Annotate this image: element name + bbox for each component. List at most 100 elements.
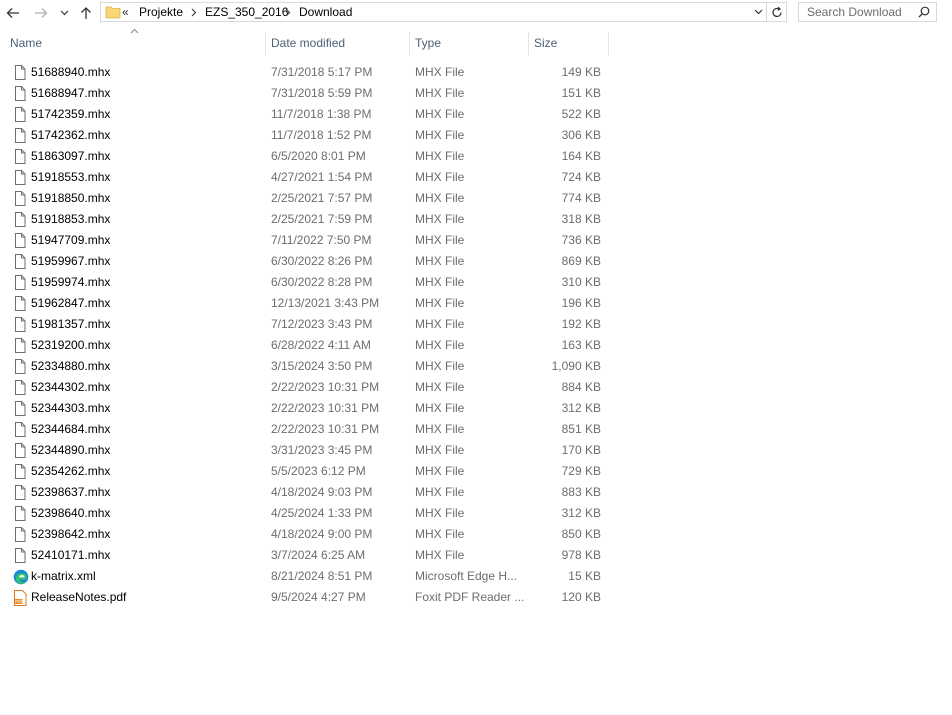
file-name[interactable]: 52344890.mhx (31, 440, 110, 461)
file-row[interactable]: 51742359.mhx 11/7/2018 1:38 PM MHX File 522… (0, 104, 610, 125)
file-row[interactable]: 51959967.mhx 6/30/2022 8:26 PM MHX File 869… (0, 251, 610, 272)
generic-file-icon (13, 233, 27, 248)
file-size: 883 KB (561, 485, 601, 499)
column-header-date-modified[interactable]: Date modified (265, 30, 409, 56)
file-date-modified: 3/15/2024 3:50 PM (271, 359, 373, 373)
file-row[interactable]: 52398640.mhx 4/25/2024 1:33 PM MHX File 312… (0, 503, 610, 524)
file-row[interactable]: 52344302.mhx 2/22/2023 10:31 PM MHX File 88… (0, 377, 610, 398)
file-name[interactable]: 51863097.mhx (31, 146, 110, 167)
navigation-bar: « Projekte EZS_350_2016 Download (0, 0, 952, 26)
column-header-type[interactable]: Type (409, 30, 528, 56)
file-name[interactable]: 52354262.mhx (31, 461, 110, 482)
file-name[interactable]: 52398637.mhx (31, 482, 110, 503)
file-name[interactable]: 52344303.mhx (31, 398, 110, 419)
column-header-name[interactable]: Name (4, 30, 265, 56)
file-row[interactable]: 51742362.mhx 11/7/2018 1:52 PM MHX File 306… (0, 125, 610, 146)
file-row[interactable]: 51962847.mhx 12/13/2021 3:43 PM MHX File 19… (0, 293, 610, 314)
file-name[interactable]: k-matrix.xml (31, 566, 96, 587)
file-name[interactable]: 51742359.mhx (31, 104, 110, 125)
file-name[interactable]: ReleaseNotes.pdf (31, 587, 126, 608)
file-type: MHX File (415, 401, 465, 415)
file-type: MHX File (415, 275, 465, 289)
column-divider[interactable] (608, 32, 609, 56)
file-row[interactable]: 51918853.mhx 2/25/2021 7:59 PM MHX File 318… (0, 209, 610, 230)
file-type: MHX File (415, 149, 465, 163)
file-name[interactable]: 51918553.mhx (31, 167, 110, 188)
address-dropdown-button[interactable] (750, 3, 766, 21)
file-name[interactable]: 52344302.mhx (31, 377, 110, 398)
file-row[interactable]: 52334880.mhx 3/15/2024 3:50 PM MHX File 1,0… (0, 356, 610, 377)
file-type: MHX File (415, 338, 465, 352)
file-name[interactable]: 52319200.mhx (31, 335, 110, 356)
address-bar[interactable]: « Projekte EZS_350_2016 Download (100, 2, 767, 22)
file-size: 164 KB (561, 149, 601, 163)
file-name[interactable]: 51962847.mhx (31, 293, 110, 314)
file-name[interactable]: 51959967.mhx (31, 251, 110, 272)
file-name[interactable]: 51918853.mhx (31, 209, 110, 230)
recent-locations-button[interactable] (54, 3, 74, 23)
up-button[interactable] (75, 3, 97, 23)
chevron-right-icon[interactable] (191, 8, 197, 17)
file-size: 729 KB (561, 464, 601, 478)
file-size: 151 KB (561, 86, 601, 100)
file-date-modified: 2/25/2021 7:59 PM (271, 212, 373, 226)
file-type: MHX File (415, 380, 465, 394)
svg-text:PDF: PDF (15, 599, 24, 604)
file-row[interactable]: 52344303.mhx 2/22/2023 10:31 PM MHX File 31… (0, 398, 610, 419)
breadcrumb-projekte[interactable]: Projekte (139, 5, 183, 19)
refresh-button[interactable] (767, 2, 787, 22)
file-row[interactable]: 52344684.mhx 2/22/2023 10:31 PM MHX File 85… (0, 419, 610, 440)
chevron-down-icon (60, 10, 68, 16)
file-row[interactable]: 52410171.mhx 3/7/2024 6:25 AM MHX File 978 … (0, 545, 610, 566)
file-row[interactable]: 52398642.mhx 4/18/2024 9:00 PM MHX File 850… (0, 524, 610, 545)
file-size: 306 KB (561, 128, 601, 142)
file-row[interactable]: PDF ReleaseNotes.pdf 9/5/2024 4:27 PM Foxit… (0, 587, 610, 608)
file-row[interactable]: 51863097.mhx 6/5/2020 8:01 PM MHX File 164 … (0, 146, 610, 167)
file-name[interactable]: 51981357.mhx (31, 314, 110, 335)
forward-button[interactable] (30, 3, 52, 23)
file-row[interactable]: 51918553.mhx 4/27/2021 1:54 PM MHX File 724… (0, 167, 610, 188)
file-name[interactable]: 51959974.mhx (31, 272, 110, 293)
chevron-right-icon[interactable] (285, 8, 291, 17)
file-row[interactable]: 51981357.mhx 7/12/2023 3:43 PM MHX File 192… (0, 314, 610, 335)
file-date-modified: 5/5/2023 6:12 PM (271, 464, 366, 478)
breadcrumb-ezs-350-2016[interactable]: EZS_350_2016 (205, 5, 288, 19)
file-row[interactable]: 52354262.mhx 5/5/2023 6:12 PM MHX File 729 … (0, 461, 610, 482)
back-button[interactable] (2, 3, 24, 23)
search-icon[interactable] (918, 6, 930, 18)
file-row[interactable]: k-matrix.xml 8/21/2024 8:51 PM Microsoft E… (0, 566, 610, 587)
file-row[interactable]: 52344890.mhx 3/31/2023 3:45 PM MHX File 170… (0, 440, 610, 461)
file-size: 884 KB (561, 380, 601, 394)
file-row[interactable]: 51918850.mhx 2/25/2021 7:57 PM MHX File 774… (0, 188, 610, 209)
file-name[interactable]: 51742362.mhx (31, 125, 110, 146)
file-name[interactable]: 51947709.mhx (31, 230, 110, 251)
overflow-breadcrumb[interactable]: « (122, 5, 129, 19)
file-size: 163 KB (561, 338, 601, 352)
search-input[interactable] (799, 3, 919, 21)
file-size: 312 KB (561, 401, 601, 415)
file-type: MHX File (415, 86, 465, 100)
column-header-size[interactable]: Size (528, 30, 608, 56)
file-name[interactable]: 52398640.mhx (31, 503, 110, 524)
file-name[interactable]: 52410171.mhx (31, 545, 110, 566)
file-date-modified: 4/18/2024 9:00 PM (271, 527, 373, 541)
file-row[interactable]: 51959974.mhx 6/30/2022 8:28 PM MHX File 310… (0, 272, 610, 293)
file-type: MHX File (415, 233, 465, 247)
generic-file-icon (13, 128, 27, 143)
breadcrumb-download[interactable]: Download (299, 5, 352, 19)
file-name[interactable]: 52398642.mhx (31, 524, 110, 545)
file-name[interactable]: 52344684.mhx (31, 419, 110, 440)
file-row[interactable]: 52319200.mhx 6/28/2022 4:11 AM MHX File 163… (0, 335, 610, 356)
generic-file-icon (13, 443, 27, 458)
file-name[interactable]: 52334880.mhx (31, 356, 110, 377)
file-size: 192 KB (561, 317, 601, 331)
file-row[interactable]: 51688947.mhx 7/31/2018 5:59 PM MHX File 151… (0, 83, 610, 104)
pdf-icon: PDF (13, 590, 27, 606)
file-name[interactable]: 51688940.mhx (31, 62, 110, 83)
file-row[interactable]: 52398637.mhx 4/18/2024 9:03 PM MHX File 883… (0, 482, 610, 503)
file-name[interactable]: 51918850.mhx (31, 188, 110, 209)
file-row[interactable]: 51688940.mhx 7/31/2018 5:17 PM MHX File 149… (0, 62, 610, 83)
file-type: MHX File (415, 254, 465, 268)
file-row[interactable]: 51947709.mhx 7/11/2022 7:50 PM MHX File 736… (0, 230, 610, 251)
file-name[interactable]: 51688947.mhx (31, 83, 110, 104)
